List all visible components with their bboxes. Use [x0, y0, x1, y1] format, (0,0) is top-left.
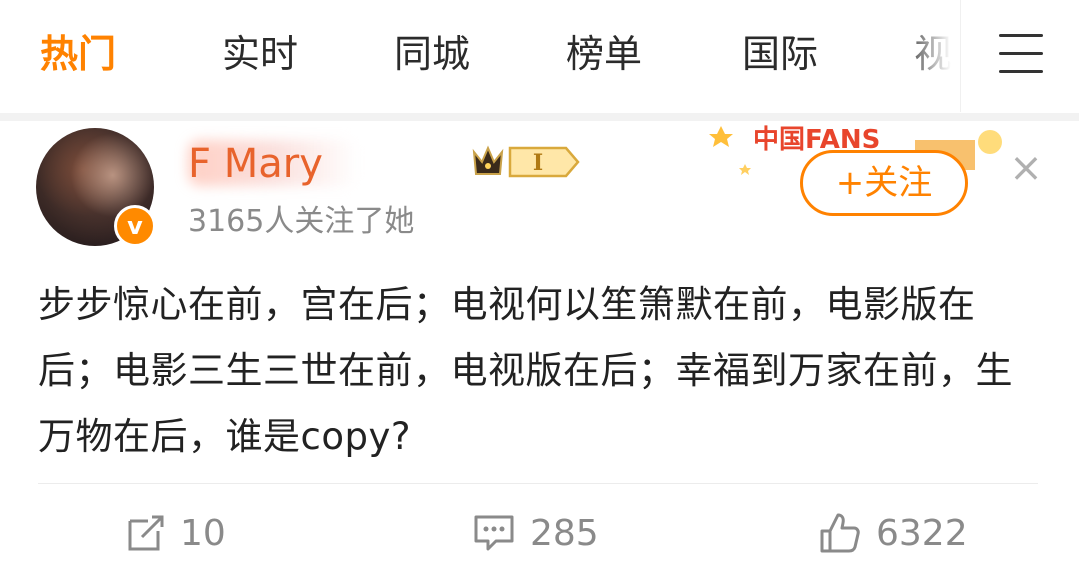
- repost-button[interactable]: 10: [126, 505, 226, 561]
- followers-count: 3165人关注了她: [188, 204, 415, 239]
- hamburger-menu-icon: [999, 34, 1043, 37]
- comment-icon: [474, 515, 514, 551]
- menu-button[interactable]: [960, 0, 1079, 112]
- comment-button[interactable]: 285: [472, 505, 599, 561]
- username-text: F Mary: [188, 141, 323, 187]
- tab-international[interactable]: 国际: [742, 28, 818, 80]
- verified-icon: v: [114, 205, 156, 247]
- top-tab-bar: 热门 实时 同城 榜单 国际 视: [0, 0, 1079, 112]
- thumbs-up-icon: [820, 513, 860, 553]
- tab-fade: [900, 10, 960, 105]
- level-badge-text: I: [533, 150, 543, 176]
- post-text: 步步惊心在前，宫在后；电视何以笙箫默在前，电影版在后；电影三生三世在前，电视版在…: [38, 283, 1013, 458]
- close-icon[interactable]: ×: [1004, 146, 1048, 190]
- tab-local[interactable]: 同城: [394, 28, 470, 80]
- hamburger-menu-icon-bar: [999, 70, 1043, 73]
- repost-count: 10: [180, 512, 226, 554]
- tab-rankings[interactable]: 榜单: [566, 28, 642, 80]
- repost-icon: [128, 515, 164, 551]
- follow-button[interactable]: +关注: [800, 150, 968, 216]
- like-count: 6322: [876, 512, 968, 554]
- hamburger-menu-icon-bar: [999, 52, 1043, 55]
- level-crown-badge: I: [472, 145, 580, 178]
- divider: [38, 483, 1038, 484]
- tab-hot[interactable]: 热门: [40, 28, 116, 80]
- comment-count: 285: [530, 512, 599, 554]
- like-button[interactable]: 6322: [818, 505, 968, 561]
- tab-realtime[interactable]: 实时: [222, 28, 298, 80]
